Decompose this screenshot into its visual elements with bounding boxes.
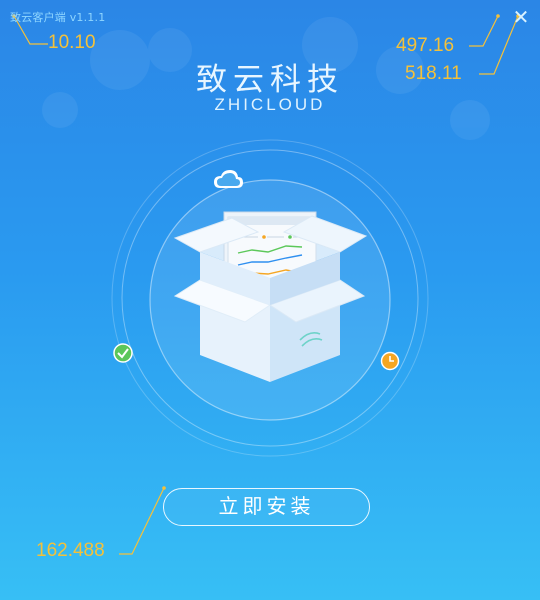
clock-icon (380, 351, 400, 371)
annotation-label: 518.11 (405, 63, 462, 84)
annotation-label: 162.488 (36, 540, 105, 561)
install-button[interactable]: 立即安装 (163, 488, 370, 526)
window-title: 致云客户端 v1.1.1 (10, 11, 106, 24)
close-icon[interactable]: ✕ (510, 6, 532, 28)
brand-name-en: ZHICLOUD (214, 95, 326, 114)
annotation-label: 497.16 (396, 35, 455, 56)
check-icon (113, 343, 133, 363)
annotation-label: 10.10 (48, 32, 96, 53)
cloud-icon (214, 170, 243, 188)
